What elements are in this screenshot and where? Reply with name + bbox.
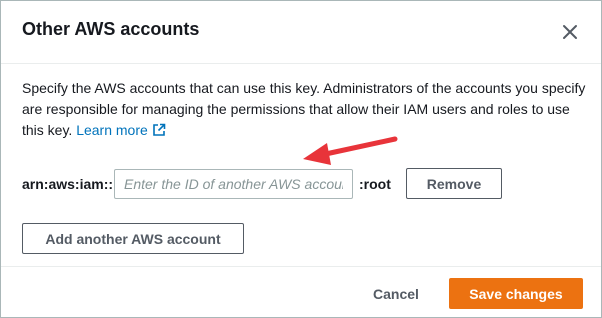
close-button[interactable] bbox=[559, 21, 581, 43]
arn-suffix-label: :root bbox=[359, 176, 391, 192]
other-aws-accounts-dialog: Other AWS accounts Specify the AWS accou… bbox=[0, 0, 602, 318]
remove-button[interactable]: Remove bbox=[406, 168, 502, 199]
add-another-account-button[interactable]: Add another AWS account bbox=[22, 223, 244, 254]
external-link-icon bbox=[152, 122, 166, 143]
learn-more-label: Learn more bbox=[76, 122, 148, 138]
aws-account-id-input[interactable] bbox=[114, 169, 353, 199]
learn-more-link[interactable]: Learn more bbox=[76, 122, 166, 138]
close-icon bbox=[563, 25, 577, 39]
cancel-button[interactable]: Cancel bbox=[358, 279, 434, 309]
save-changes-button[interactable]: Save changes bbox=[449, 278, 583, 309]
dialog-description: Specify the AWS accounts that can use th… bbox=[22, 78, 587, 143]
dialog-header: Other AWS accounts bbox=[1, 1, 601, 64]
dialog-title: Other AWS accounts bbox=[22, 19, 200, 39]
arn-prefix-label: arn:aws:iam:: bbox=[22, 176, 114, 192]
